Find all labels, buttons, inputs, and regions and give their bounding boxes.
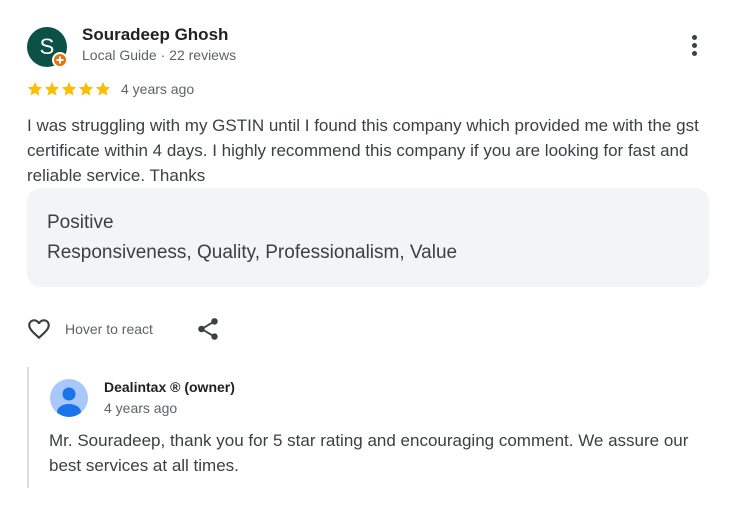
react-button[interactable]: Hover to react xyxy=(25,315,153,343)
rating-row: 4 years ago xyxy=(27,78,194,100)
star-icon xyxy=(61,82,77,96)
share-button[interactable] xyxy=(195,316,221,342)
share-icon xyxy=(198,318,218,340)
star-rating xyxy=(27,81,112,97)
owner-avatar[interactable] xyxy=(50,379,88,417)
review-attributes-card: Positive Responsiveness, Quality, Profes… xyxy=(27,188,709,287)
more-vert-icon-dot xyxy=(692,43,697,48)
attributes-values: Responsiveness, Quality, Professionalism… xyxy=(47,242,458,263)
star-icon xyxy=(44,82,60,96)
reviewer-meta: Local Guide · 22 reviews xyxy=(82,47,237,63)
plus-icon xyxy=(56,56,64,64)
attributes-title: Positive xyxy=(47,212,114,233)
owner-reply-date: 4 years ago xyxy=(104,400,178,416)
more-options-button[interactable] xyxy=(680,30,708,62)
react-label: Hover to react xyxy=(65,321,153,337)
review-date: 4 years ago xyxy=(121,81,195,97)
reviewer-name[interactable]: Souradeep Ghosh xyxy=(82,25,228,45)
owner-name[interactable]: Dealintax ® (owner) xyxy=(104,379,235,395)
star-icon xyxy=(27,82,43,96)
more-vert-icon-dot xyxy=(692,51,697,56)
person-icon xyxy=(57,387,81,417)
owner-reply: Dealintax ® (owner) 4 years ago Mr. Sour… xyxy=(27,367,719,488)
review-text: I was struggling with my GSTIN until I f… xyxy=(27,116,699,185)
star-icon xyxy=(78,82,94,96)
star-icon xyxy=(95,82,111,96)
local-guide-badge-icon xyxy=(52,52,68,68)
more-vert-icon-dot xyxy=(692,35,697,40)
heart-outline-icon xyxy=(28,319,50,340)
owner-reply-text: Mr. Souradeep, thank you for 5 star rati… xyxy=(49,431,689,475)
